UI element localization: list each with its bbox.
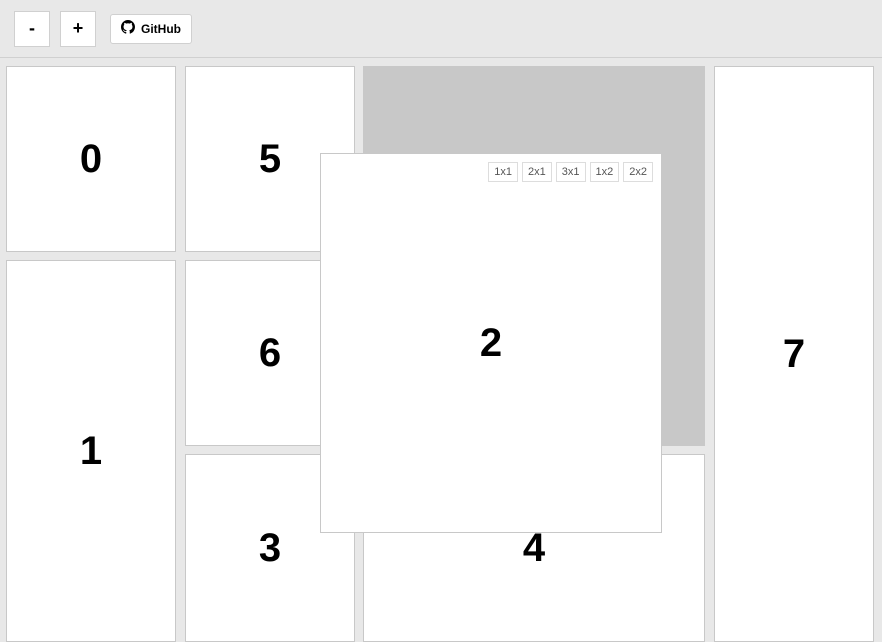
size-option-2x1[interactable]: 2x1 [522,162,552,182]
minus-button[interactable]: - [14,11,50,47]
cell-label: 3 [259,526,281,571]
grid-area: 0 1 5 6 3 4 7 1x1 2x1 3x1 1x2 2x2 2 [0,58,882,642]
cell-label: 1 [80,429,102,474]
size-option-3x1[interactable]: 3x1 [556,162,586,182]
cell-label: 0 [80,137,102,182]
cell-label: 7 [783,332,805,377]
grid-cell-0[interactable]: 0 [6,66,176,252]
toolbar: - + GitHub [0,0,882,58]
grid-cell-7[interactable]: 7 [714,66,874,642]
plus-button[interactable]: + [60,11,96,47]
cell-label: 6 [259,331,281,376]
github-button[interactable]: GitHub [110,14,192,44]
cell-label: 2 [480,321,502,366]
grid-cell-1[interactable]: 1 [6,260,176,642]
size-option-2x2[interactable]: 2x2 [623,162,653,182]
size-options: 1x1 2x1 3x1 1x2 2x2 [488,162,653,182]
grid-cell-2-dragging[interactable]: 1x1 2x1 3x1 1x2 2x2 2 [320,153,662,533]
cell-label: 5 [259,137,281,182]
github-icon [121,20,135,37]
size-option-1x2[interactable]: 1x2 [590,162,620,182]
size-option-1x1[interactable]: 1x1 [488,162,518,182]
github-label: GitHub [141,22,181,36]
